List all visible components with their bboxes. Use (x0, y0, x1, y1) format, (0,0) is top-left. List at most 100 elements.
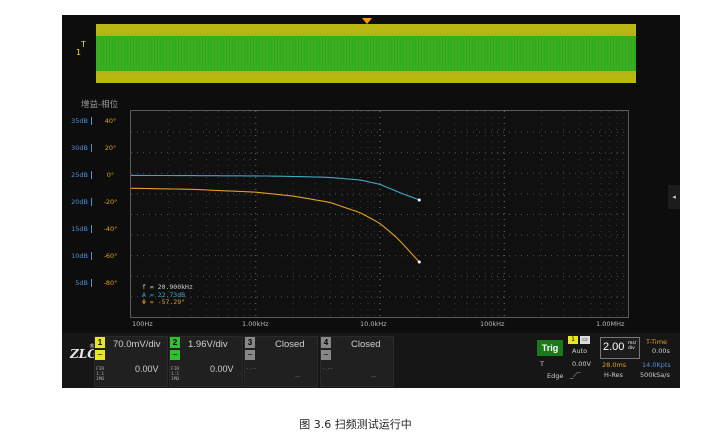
grid-dot (255, 285, 257, 286)
grid-dot (454, 249, 456, 250)
grid-dot (438, 303, 440, 304)
grid-dot (373, 213, 375, 214)
grid-dot (379, 147, 381, 148)
bode-plot[interactable] (130, 110, 629, 318)
grid-dot (476, 267, 478, 268)
grid-dot (608, 177, 610, 178)
grid-dot (168, 243, 170, 244)
grid-dot (608, 171, 610, 172)
trigger-mode[interactable]: Auto (572, 347, 587, 355)
side-panel-arrow-icon[interactable]: ◂ (668, 185, 680, 209)
ttime-value[interactable]: 0.00s (652, 347, 670, 355)
grid-dot (541, 297, 543, 298)
grid-dot (292, 255, 294, 256)
grid-dot (623, 131, 624, 133)
grid-dot (190, 219, 192, 220)
grid-dot (379, 297, 381, 298)
grid-dot (379, 111, 381, 112)
grid-dot (622, 147, 624, 148)
grid-dot (491, 207, 493, 208)
grid-dot (569, 172, 570, 174)
channel-offset[interactable]: 0.00V (135, 364, 159, 374)
grid-dot (563, 303, 565, 304)
channel-scale[interactable]: 1.96V/div (188, 339, 228, 350)
grid-dot (330, 225, 332, 226)
channel-scale[interactable]: Closed (275, 339, 305, 350)
grid-dot (497, 152, 498, 154)
grid-dot (215, 193, 216, 195)
grid-dot (205, 243, 207, 244)
grid-dot (539, 172, 540, 174)
channel-offset[interactable]: 0.00V (210, 364, 234, 374)
grid-dot (168, 231, 170, 232)
grid-dot (539, 255, 540, 257)
channel-scale[interactable]: Closed (351, 339, 381, 350)
grid-dot (197, 152, 198, 154)
grid-dot (367, 267, 369, 268)
channel-box-4[interactable]: 4 ~ Closed -.-- -- (320, 336, 394, 387)
grid-dot (438, 117, 440, 118)
grid-dot (311, 131, 312, 133)
grid-dot (281, 296, 282, 298)
trigger-channel-badge[interactable]: 1 (568, 336, 578, 344)
grid-dot (533, 172, 534, 174)
grid-dot (292, 159, 294, 160)
grid-dot (293, 275, 294, 277)
grid-dot (622, 111, 624, 112)
grid-dot (541, 129, 543, 130)
grid-dot (622, 255, 624, 256)
grid-dot (377, 296, 378, 298)
grid-dot (379, 219, 381, 220)
grid-dot (168, 273, 170, 274)
grid-dot (484, 237, 486, 238)
grid-dot (557, 214, 558, 215)
gain-curve (131, 174, 420, 201)
grid-dot (503, 234, 504, 236)
grid-dot (179, 214, 180, 215)
grid-dot (401, 255, 402, 257)
coupling-icon: ~ (321, 350, 331, 360)
grid-dot (466, 255, 468, 256)
grid-dot (541, 117, 543, 118)
trigger-button[interactable]: Trig (537, 340, 563, 356)
channel-box-1[interactable]: 1 ~70.0mV/div 0.00V FIR 1:1 1MΩ (94, 336, 168, 387)
trigger-level[interactable]: 0.00V (572, 360, 591, 368)
timebase-box[interactable]: 2.00 ms/div (600, 337, 640, 359)
grid-dot (233, 214, 234, 215)
grid-dot (484, 309, 486, 310)
grid-dot (563, 237, 565, 238)
grid-dot (608, 219, 610, 220)
grid-dot (581, 131, 582, 133)
grid-dot (255, 141, 257, 142)
grid-dot (466, 135, 468, 136)
grid-dot (245, 296, 246, 298)
grid-dot (527, 131, 528, 133)
channel-box-2[interactable]: 2 ~1.96V/div 0.00V FIR 1:1 1MΩ (169, 336, 243, 387)
trigger-position-icon[interactable] (362, 18, 372, 24)
grid-dot (287, 193, 288, 195)
grid-dot (342, 309, 344, 310)
grid-dot (161, 214, 162, 215)
grid-dot (360, 129, 362, 130)
grid-dot (590, 285, 592, 286)
grid-dot (239, 296, 240, 298)
grid-dot (137, 131, 138, 133)
grid-dot (227, 131, 228, 133)
channel-scale[interactable]: 70.0mV/div (113, 339, 161, 350)
trigger-edge[interactable]: Edge (547, 372, 563, 380)
grid-dot (190, 159, 192, 160)
grid-dot (575, 131, 576, 133)
grid-dot (243, 195, 245, 196)
grid-dot (581, 172, 582, 174)
grid-dot (533, 255, 534, 257)
grid-dot (599, 255, 600, 257)
grid-dot (292, 225, 294, 226)
grid-dot (353, 234, 354, 236)
acquisition-mode[interactable]: H-Res (604, 371, 623, 379)
grid-dot (249, 225, 251, 226)
grid-dot (221, 234, 222, 236)
channel-box-3[interactable]: 3 ~ Closed -.-- -- (244, 336, 318, 387)
grid-dot (622, 129, 624, 130)
grid-dot (563, 213, 565, 214)
grid-dot (245, 234, 246, 236)
